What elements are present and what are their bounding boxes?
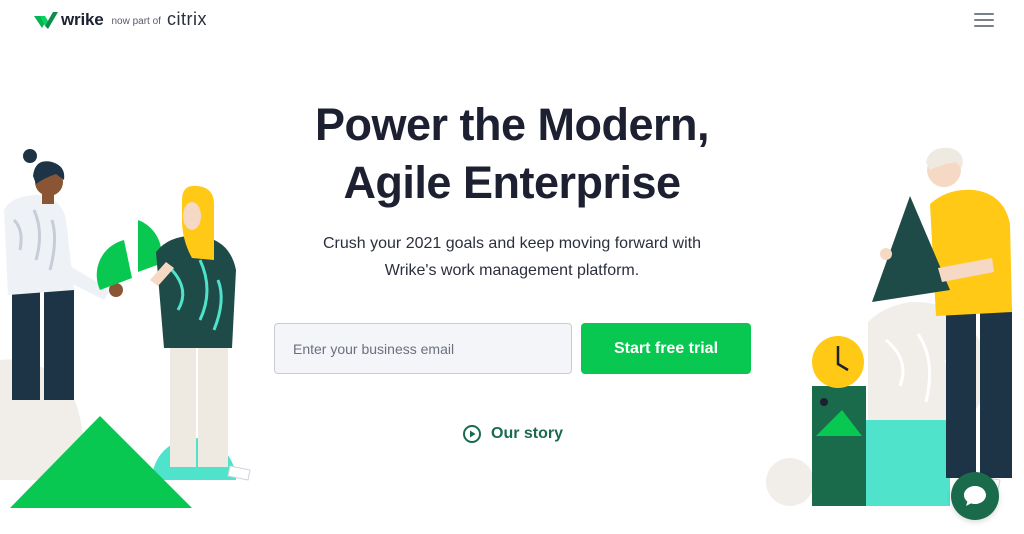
wrike-checkmark-icon	[34, 11, 58, 29]
citrix-logo: citrix	[166, 9, 207, 29]
logo-partnership-text: now part of	[111, 15, 161, 27]
hamburger-menu-icon[interactable]	[974, 11, 994, 28]
subtitle-line-2: Wrike's work management platform.	[384, 262, 640, 279]
chat-widget-button[interactable]	[951, 472, 999, 520]
email-input[interactable]	[274, 323, 572, 374]
clock-shape	[812, 336, 864, 388]
start-free-trial-button[interactable]: Start free trial	[581, 323, 751, 374]
our-story-label: Our story	[491, 425, 564, 442]
picture-tile-shape	[812, 386, 866, 506]
top-header: wrike now part of citrix	[0, 0, 1024, 40]
our-story-link[interactable]: Our story	[462, 424, 563, 444]
title-line-2: Agile Enterprise	[343, 157, 681, 208]
left-illustration	[0, 149, 251, 508]
subtitle-line-1: Crush your 2021 goals and keep moving fo…	[323, 235, 701, 252]
page-title: Power the Modern, Agile Enterprise	[212, 96, 812, 212]
right-illustration	[766, 147, 1012, 506]
woman-figure	[150, 185, 251, 481]
green-semicircle-held-left	[96, 240, 132, 290]
play-circle-icon	[463, 425, 481, 443]
hero-subtitle: Crush your 2021 goals and keep moving fo…	[262, 230, 762, 284]
title-line-1: Power the Modern,	[314, 99, 710, 150]
wrike-logo[interactable]: wrike now part of citrix	[34, 9, 207, 30]
teal-block-shape	[864, 420, 950, 506]
beige-circle-shape	[766, 458, 814, 506]
logo-wordmark: wrike	[61, 9, 104, 29]
chat-bubble-icon	[964, 486, 986, 506]
